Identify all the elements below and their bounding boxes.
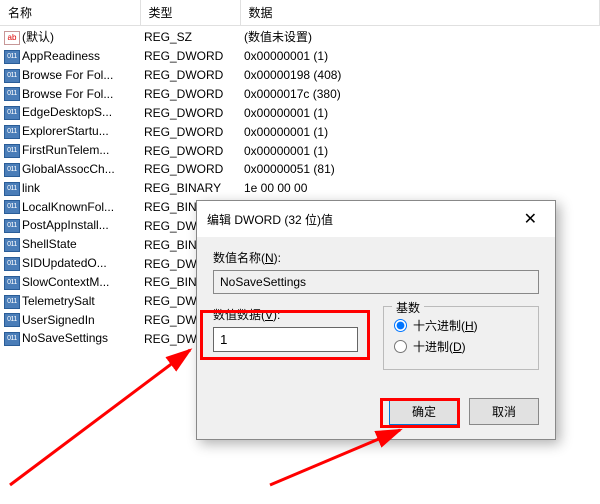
binary-icon [4, 163, 20, 177]
table-row[interactable]: link REG_BINARY1e 00 00 00 [0, 179, 600, 198]
table-row[interactable]: Browse For Fol... REG_DWORD0x00000198 (40… [0, 66, 600, 85]
binary-icon [4, 125, 20, 139]
dialog-title: 编辑 DWORD (32 位)值 [207, 211, 333, 228]
table-row[interactable]: Browse For Fol... REG_DWORD0x0000017c (38… [0, 85, 600, 104]
binary-icon [4, 332, 20, 346]
table-row[interactable]: ExplorerStartu... REG_DWORD0x00000001 (1) [0, 122, 600, 141]
radix-legend: 基数 [392, 299, 424, 316]
ok-button[interactable]: 确定 [389, 398, 459, 425]
value-data-label: 数值数据(V): [213, 306, 363, 323]
value-name: AppReadiness [22, 49, 100, 63]
binary-icon [4, 182, 20, 196]
value-name: link [22, 181, 40, 195]
radix-dec-radio[interactable] [394, 340, 407, 353]
value-type: REG_DWORD [140, 160, 240, 179]
value-name: NoSaveSettings [22, 331, 108, 345]
value-name: ExplorerStartu... [22, 124, 109, 138]
table-row[interactable]: (默认) REG_SZ(数值未设置) [0, 26, 600, 48]
value-type: REG_DWORD [140, 122, 240, 141]
arrow-to-value [0, 330, 210, 500]
value-name-label: 数值名称(N): [213, 249, 539, 266]
radix-hex-option[interactable]: 十六进制(H) [394, 317, 528, 334]
value-data-input[interactable] [213, 327, 358, 352]
close-icon[interactable]: ✕ [516, 209, 545, 229]
value-type: REG_SZ [140, 26, 240, 48]
binary-icon [4, 313, 20, 327]
value-type: REG_DWORD [140, 103, 240, 122]
header-data[interactable]: 数据 [240, 0, 600, 26]
radix-hex-radio[interactable] [394, 319, 407, 332]
binary-icon [4, 238, 20, 252]
value-data: (数值未设置) [240, 26, 600, 48]
value-name: SlowContextM... [22, 275, 109, 289]
string-icon [4, 31, 20, 45]
value-data: 0x00000001 (1) [240, 141, 600, 160]
value-name: GlobalAssocCh... [22, 162, 115, 176]
edit-dword-dialog: 编辑 DWORD (32 位)值 ✕ 数值名称(N): NoSaveSettin… [196, 200, 556, 440]
value-data: 0x00000001 (1) [240, 103, 600, 122]
radix-dec-option[interactable]: 十进制(D) [394, 338, 528, 355]
value-name-field: NoSaveSettings [213, 270, 539, 294]
value-data: 0x0000017c (380) [240, 85, 600, 104]
binary-icon [4, 144, 20, 158]
table-row[interactable]: GlobalAssocCh... REG_DWORD0x00000051 (81) [0, 160, 600, 179]
radix-group: 基数 十六进制(H) 十进制(D) [383, 306, 539, 370]
value-name: (默认) [22, 30, 54, 44]
value-data: 0x00000198 (408) [240, 66, 600, 85]
binary-icon [4, 87, 20, 101]
binary-icon [4, 276, 20, 290]
value-name: FirstRunTelem... [22, 143, 109, 157]
header-name[interactable]: 名称 [0, 0, 140, 26]
value-name: SIDUpdatedO... [22, 256, 107, 270]
value-data: 0x00000001 (1) [240, 47, 600, 66]
value-data: 0x00000001 (1) [240, 122, 600, 141]
value-type: REG_DWORD [140, 141, 240, 160]
value-name: Browse For Fol... [22, 68, 113, 82]
value-name: PostAppInstall... [22, 218, 109, 232]
value-name: EdgeDesktopS... [22, 105, 112, 119]
binary-icon [4, 219, 20, 233]
cancel-button[interactable]: 取消 [469, 398, 539, 425]
binary-icon [4, 257, 20, 271]
value-type: REG_BINARY [140, 179, 240, 198]
binary-icon [4, 200, 20, 214]
header-type[interactable]: 类型 [140, 0, 240, 26]
binary-icon [4, 106, 20, 120]
table-row[interactable]: FirstRunTelem... REG_DWORD0x00000001 (1) [0, 141, 600, 160]
value-type: REG_DWORD [140, 47, 240, 66]
value-name: TelemetrySalt [22, 294, 95, 308]
value-name: UserSignedIn [22, 313, 95, 327]
value-name: LocalKnownFol... [22, 200, 114, 214]
value-data: 1e 00 00 00 [240, 179, 600, 198]
binary-icon [4, 50, 20, 64]
value-type: REG_DWORD [140, 66, 240, 85]
value-name: ShellState [22, 237, 77, 251]
table-row[interactable]: AppReadiness REG_DWORD0x00000001 (1) [0, 47, 600, 66]
table-row[interactable]: EdgeDesktopS... REG_DWORD0x00000001 (1) [0, 103, 600, 122]
value-type: REG_DWORD [140, 85, 240, 104]
binary-icon [4, 69, 20, 83]
value-data: 0x00000051 (81) [240, 160, 600, 179]
binary-icon [4, 295, 20, 309]
value-name: Browse For Fol... [22, 87, 113, 101]
